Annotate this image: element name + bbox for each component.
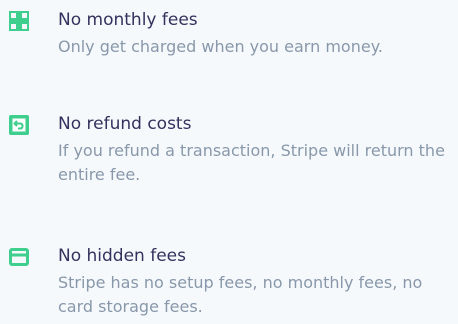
feature-description: Stripe has no setup fees, no monthly fee…: [58, 273, 423, 316]
fee-features-list: No monthly fees Only get charged when yo…: [0, 0, 458, 324]
card-icon: [9, 247, 29, 267]
feature-title: No refund costs: [58, 114, 192, 134]
refund-icon: [9, 115, 29, 135]
feature-description: If you refund a transaction, Stripe will…: [58, 141, 445, 184]
feature-description: Only get charged when you earn money.: [58, 37, 383, 56]
feature-title: No hidden fees: [58, 246, 186, 266]
feature-title: No monthly fees: [58, 10, 198, 30]
grid-icon: [8, 10, 30, 32]
